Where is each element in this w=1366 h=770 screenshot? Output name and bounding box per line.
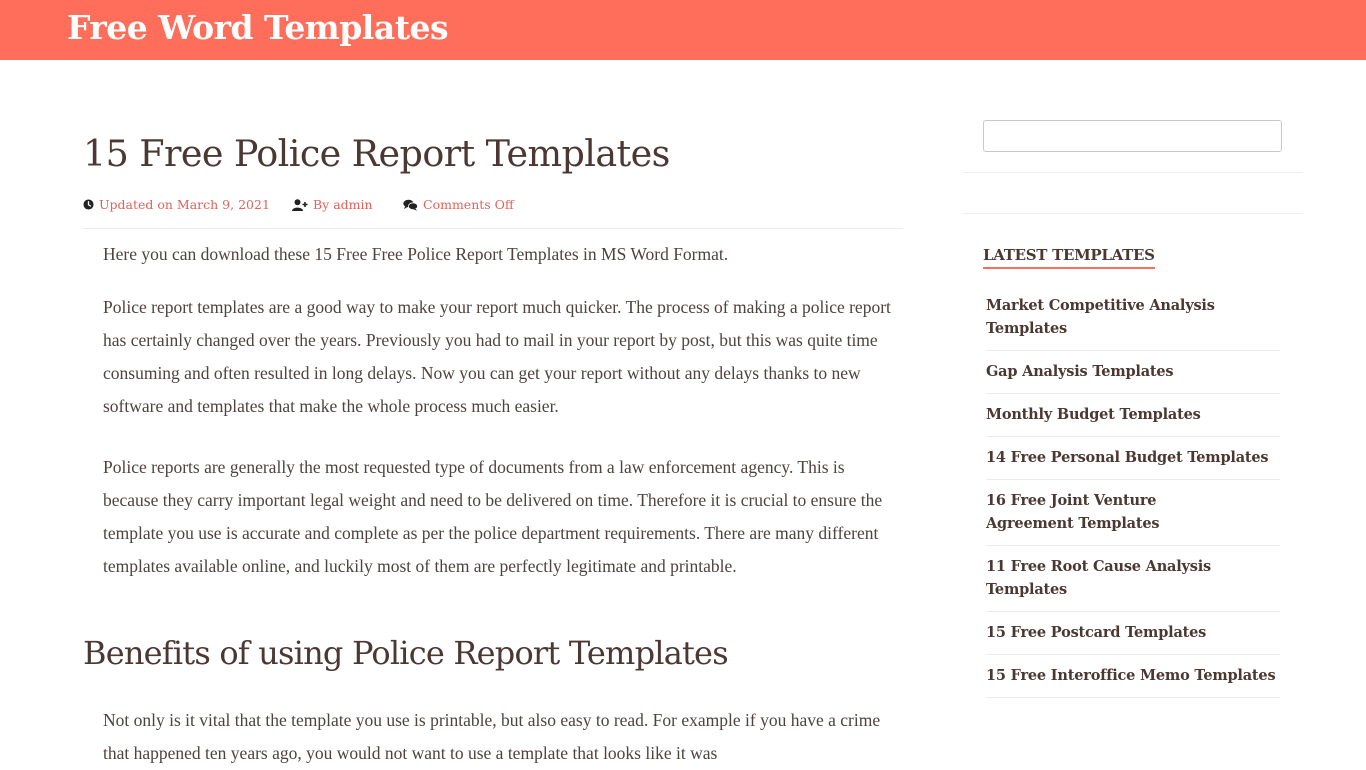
- comments-status: Comments Off: [423, 197, 514, 212]
- article-paragraph: Not only is it vital that the template y…: [103, 710, 881, 763]
- latest-template-link[interactable]: 16 Free Joint Venture Agreement Template…: [986, 489, 1246, 535]
- latest-template-link[interactable]: Monthly Budget Templates: [986, 403, 1280, 426]
- list-item: Gap Analysis Templates: [986, 351, 1280, 394]
- site-title-link[interactable]: Free Word Templates: [67, 8, 449, 47]
- clock-icon: [83, 199, 94, 210]
- user-plus-icon: [292, 198, 308, 211]
- article-title: 15 Free Police Report Templates: [83, 132, 670, 175]
- article-paragraph: Here you can download these 15 Free Free…: [103, 244, 729, 264]
- latest-template-link[interactable]: Market Competitive Analysis Templates: [986, 294, 1246, 340]
- latest-template-link[interactable]: 14 Free Personal Budget Templates: [986, 446, 1280, 469]
- article-paragraph: Police reports are generally the most re…: [103, 457, 883, 576]
- sidebar-divider: [963, 213, 1303, 214]
- latest-template-link[interactable]: Gap Analysis Templates: [986, 360, 1280, 383]
- article-paragraph: Police report templates are a good way t…: [103, 297, 891, 416]
- updated-date-link[interactable]: Updated on March 9, 2021: [99, 197, 270, 212]
- list-item: 15 Free Postcard Templates: [986, 612, 1280, 655]
- comments-icon: [403, 199, 418, 211]
- latest-templates-heading: LATEST TEMPLATES: [983, 246, 1155, 269]
- list-item: Monthly Budget Templates: [986, 394, 1280, 437]
- meta-updated: Updated on March 9, 2021: [83, 197, 270, 212]
- list-item: 14 Free Personal Budget Templates: [986, 437, 1280, 480]
- section-heading: Benefits of using Police Report Template…: [83, 634, 729, 672]
- list-item: 11 Free Root Cause Analysis Templates: [986, 546, 1280, 612]
- list-item: 16 Free Joint Venture Agreement Template…: [986, 480, 1280, 546]
- latest-template-link[interactable]: 15 Free Postcard Templates: [986, 621, 1280, 644]
- meta-author: By admin: [292, 197, 373, 212]
- sidebar-divider: [963, 172, 1303, 173]
- list-item: 15 Free Interoffice Memo Templates: [986, 655, 1280, 698]
- article-meta: Updated on March 9, 2021 By admin Commen…: [83, 197, 903, 229]
- list-item: Market Competitive Analysis Templates: [986, 285, 1280, 351]
- site-header: Free Word Templates: [0, 0, 1366, 60]
- meta-comments: Comments Off: [403, 197, 514, 212]
- latest-template-link[interactable]: 15 Free Interoffice Memo Templates: [986, 664, 1280, 687]
- author-link[interactable]: By admin: [313, 197, 373, 212]
- latest-templates-list: Market Competitive Analysis Templates Ga…: [986, 285, 1280, 698]
- latest-template-link[interactable]: 11 Free Root Cause Analysis Templates: [986, 555, 1280, 601]
- search-input[interactable]: [983, 120, 1282, 152]
